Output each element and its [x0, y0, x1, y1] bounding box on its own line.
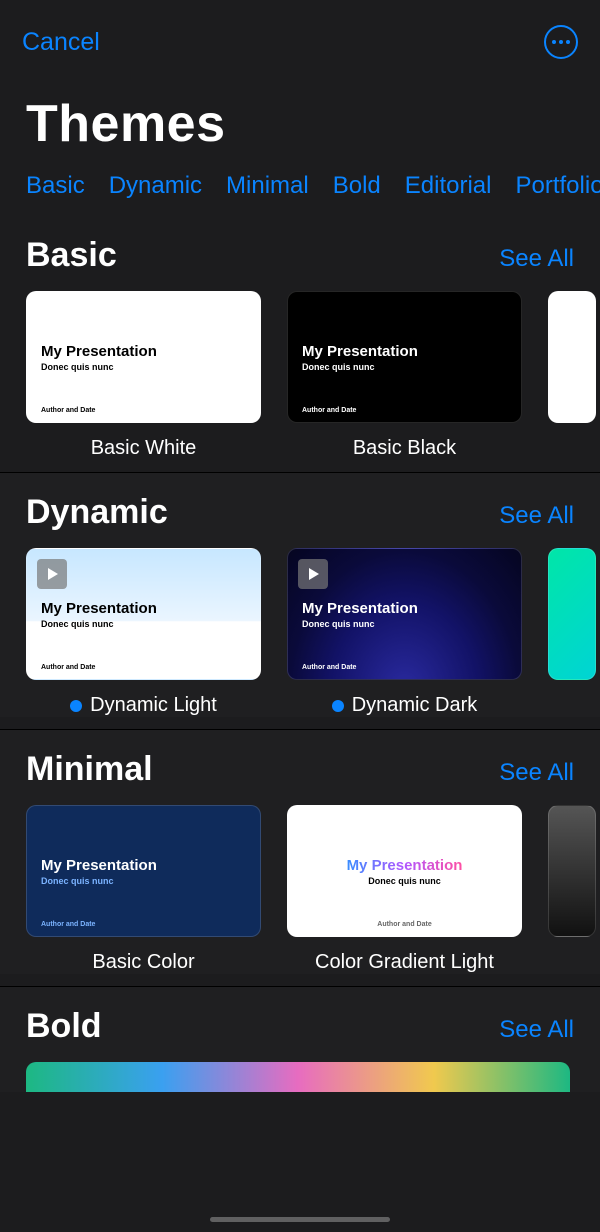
- thumb-title: My Presentation: [41, 600, 246, 617]
- theme-thumbnail: [548, 805, 596, 937]
- theme-card-bold-peek[interactable]: [26, 1062, 570, 1092]
- section-title: Minimal: [26, 750, 153, 789]
- see-all-basic[interactable]: See All: [499, 245, 574, 273]
- dynamic-indicator-icon: [332, 700, 344, 712]
- thumb-footer: Author and Date: [41, 921, 95, 928]
- see-all-minimal[interactable]: See All: [499, 759, 574, 787]
- thumb-footer: Author and Date: [41, 407, 95, 414]
- theme-name: Dynamic Light: [26, 694, 261, 717]
- theme-thumbnail: My Presentation Donec quis nunc Author a…: [26, 291, 261, 423]
- theme-card-peek[interactable]: [548, 291, 596, 460]
- thumb-subtitle: Donec quis nunc: [41, 876, 246, 886]
- theme-name: Basic Color: [26, 951, 261, 974]
- tab-editorial[interactable]: Editorial: [405, 172, 492, 200]
- theme-card-peek[interactable]: [548, 548, 596, 717]
- theme-name: Color Gradient Light: [287, 951, 522, 974]
- more-icon: [552, 40, 570, 44]
- thumb-subtitle: Donec quis nunc: [368, 876, 441, 886]
- theme-thumbnail: [548, 548, 596, 680]
- thumb-title: My Presentation: [41, 857, 246, 874]
- theme-card-peek[interactable]: [548, 805, 596, 974]
- tab-minimal[interactable]: Minimal: [226, 172, 309, 200]
- play-icon: [298, 559, 328, 589]
- theme-card-basic-black[interactable]: My Presentation Donec quis nunc Author a…: [287, 291, 522, 460]
- section-basic: Basic See All My Presentation Donec quis…: [0, 218, 600, 460]
- tab-dynamic[interactable]: Dynamic: [109, 172, 202, 200]
- thumb-title: My Presentation: [41, 343, 246, 360]
- thumb-footer: Author and Date: [302, 407, 356, 414]
- theme-name: Dynamic Dark: [287, 694, 522, 717]
- tab-bold[interactable]: Bold: [333, 172, 381, 200]
- tab-basic[interactable]: Basic: [26, 172, 85, 200]
- section-dynamic: Dynamic See All My Presentation Donec qu…: [0, 472, 600, 717]
- thumb-title: My Presentation: [302, 600, 507, 617]
- section-title: Bold: [26, 1007, 102, 1046]
- cancel-button[interactable]: Cancel: [22, 28, 100, 57]
- theme-name: Basic Black: [287, 437, 522, 460]
- page-title: Themes: [0, 64, 600, 164]
- thumb-subtitle: Donec quis nunc: [302, 619, 507, 629]
- theme-thumbnail: My Presentation Donec quis nunc Author a…: [26, 548, 261, 680]
- more-button[interactable]: [544, 25, 578, 59]
- section-title: Basic: [26, 236, 117, 275]
- theme-card-dynamic-dark[interactable]: My Presentation Donec quis nunc Author a…: [287, 548, 522, 717]
- dynamic-indicator-icon: [70, 700, 82, 712]
- theme-card-basic-color[interactable]: My Presentation Donec quis nunc Author a…: [26, 805, 261, 974]
- theme-card-color-gradient-light[interactable]: My Presentation Donec quis nunc Author a…: [287, 805, 522, 974]
- thumb-subtitle: Donec quis nunc: [41, 362, 246, 372]
- theme-name: Basic White: [26, 437, 261, 460]
- section-minimal: Minimal See All My Presentation Donec qu…: [0, 729, 600, 974]
- thumb-footer: Author and Date: [302, 664, 356, 671]
- see-all-dynamic[interactable]: See All: [499, 502, 574, 530]
- thumb-footer: Author and Date: [288, 921, 521, 928]
- theme-card-dynamic-light[interactable]: My Presentation Donec quis nunc Author a…: [26, 548, 261, 717]
- theme-thumbnail: My Presentation Donec quis nunc Author a…: [26, 805, 261, 937]
- home-indicator: [210, 1217, 390, 1222]
- section-title: Dynamic: [26, 493, 168, 532]
- thumb-footer: Author and Date: [41, 664, 95, 671]
- section-bold: Bold See All: [0, 986, 600, 1092]
- thumb-title: My Presentation: [347, 857, 463, 874]
- theme-thumbnail: [26, 1062, 570, 1092]
- thumb-title: My Presentation: [302, 343, 507, 360]
- theme-thumbnail: My Presentation Donec quis nunc Author a…: [287, 291, 522, 423]
- see-all-bold[interactable]: See All: [499, 1016, 574, 1044]
- theme-thumbnail: My Presentation Donec quis nunc Author a…: [287, 805, 522, 937]
- top-bar: Cancel: [0, 20, 600, 64]
- thumb-subtitle: Donec quis nunc: [302, 362, 507, 372]
- theme-thumbnail: My Presentation Donec quis nunc Author a…: [287, 548, 522, 680]
- theme-thumbnail: [548, 291, 596, 423]
- thumb-subtitle: Donec quis nunc: [41, 619, 246, 629]
- play-icon: [37, 559, 67, 589]
- theme-card-basic-white[interactable]: My Presentation Donec quis nunc Author a…: [26, 291, 261, 460]
- tab-portfolio[interactable]: Portfolio: [516, 172, 600, 200]
- category-tabs: Basic Dynamic Minimal Bold Editorial Por…: [0, 164, 600, 218]
